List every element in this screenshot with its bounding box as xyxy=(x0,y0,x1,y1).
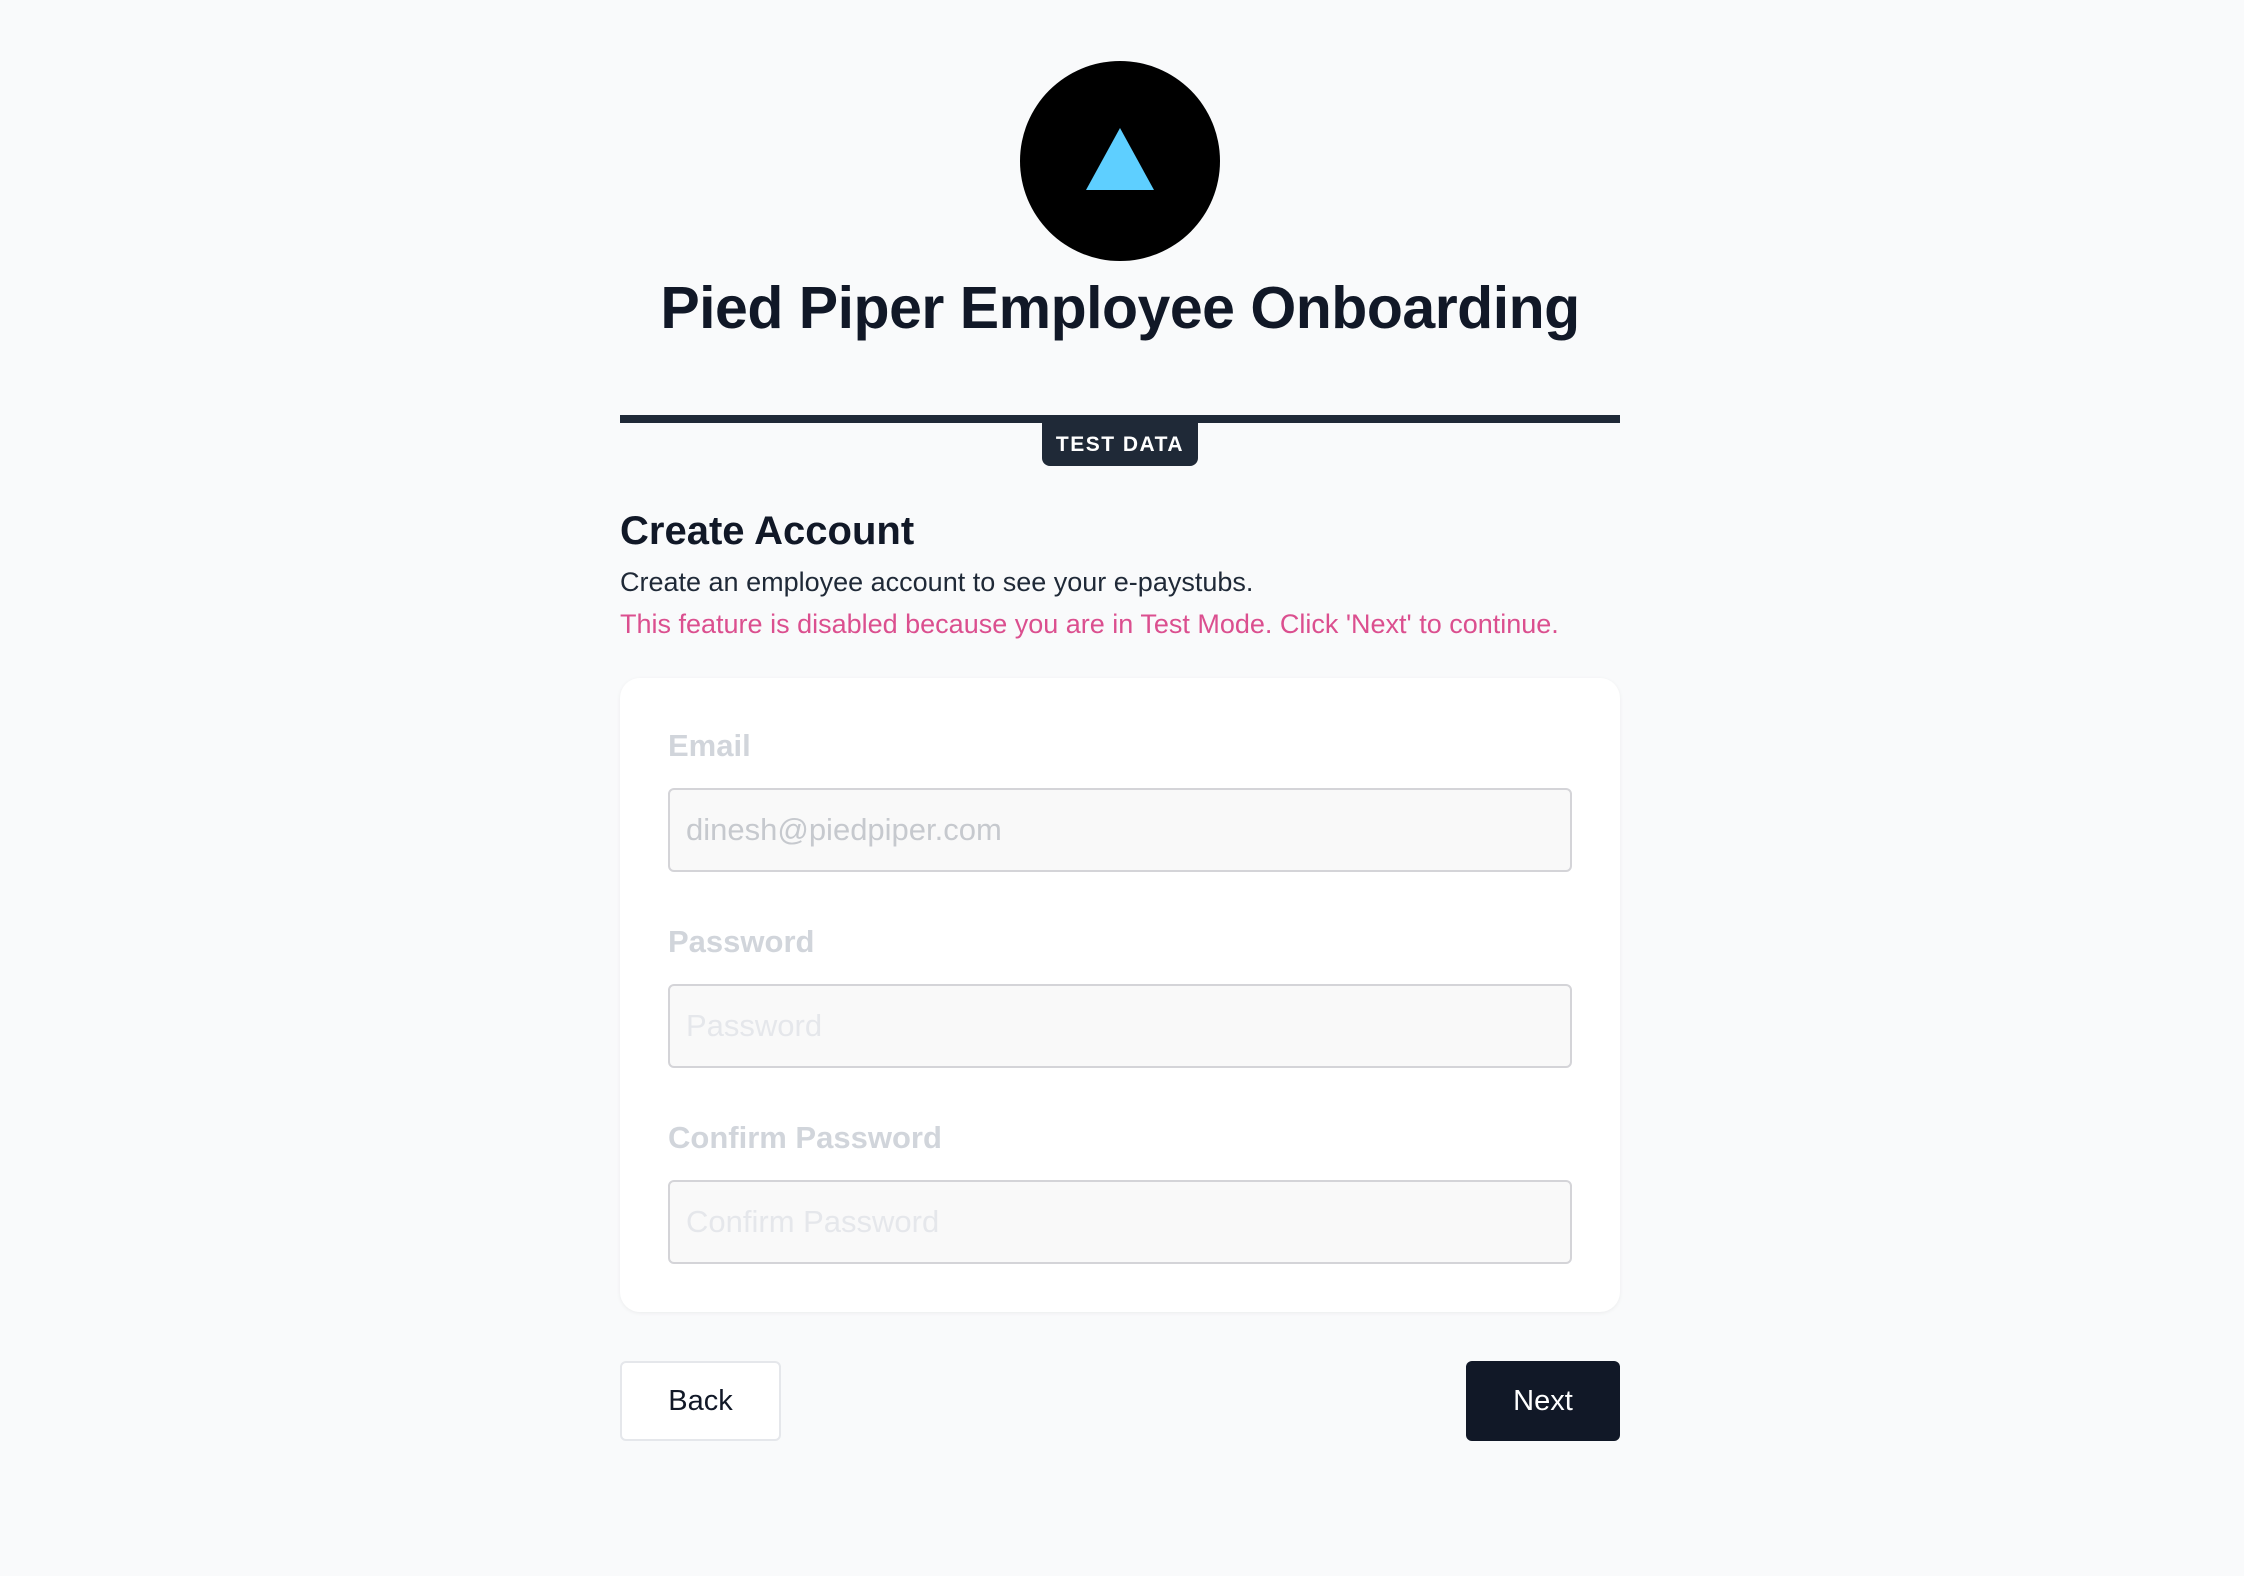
password-input[interactable] xyxy=(668,984,1572,1068)
confirm-password-label: Confirm Password xyxy=(668,1120,942,1155)
section-description: Create an employee account to see your e… xyxy=(620,567,1254,597)
password-label: Password xyxy=(668,924,815,959)
email-label: Email xyxy=(668,728,751,763)
page-title: Pied Piper Employee Onboarding xyxy=(660,275,1580,341)
test-data-badge: TEST DATA xyxy=(1042,422,1198,466)
email-input[interactable] xyxy=(668,788,1572,872)
triangle-icon xyxy=(1086,128,1154,190)
test-mode-notice: This feature is disabled because you are… xyxy=(620,609,1559,639)
next-button[interactable]: Next xyxy=(1466,1361,1620,1441)
back-button[interactable]: Back xyxy=(620,1361,781,1441)
company-logo xyxy=(1020,61,1220,261)
account-form-card: Email Password Confirm Password xyxy=(620,678,1620,1312)
section-title: Create Account xyxy=(620,509,915,553)
confirm-password-input[interactable] xyxy=(668,1180,1572,1264)
